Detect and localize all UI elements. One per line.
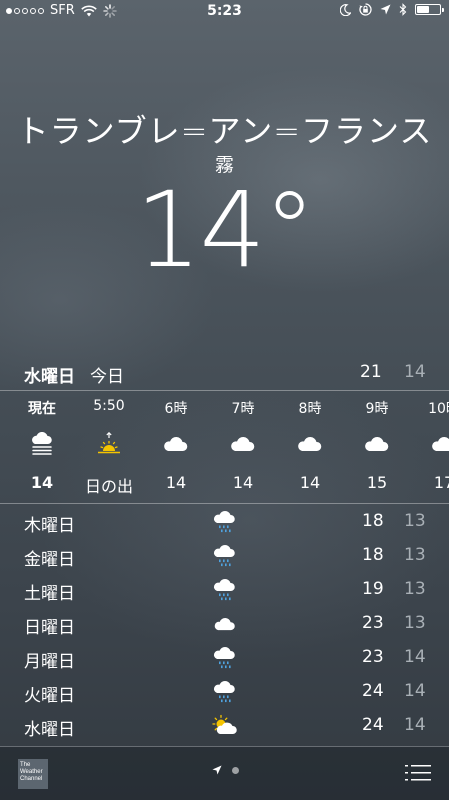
hour-label: 9時 <box>365 401 389 417</box>
hourly-item: 5:50 日の出 <box>75 390 143 500</box>
rain-cloud-icon <box>212 543 238 569</box>
battery-icon <box>415 4 444 15</box>
hourly-item: 6時 14 <box>142 390 210 500</box>
hourly-item: 7時 14 <box>209 390 277 500</box>
day-name: 木曜日 <box>24 516 75 536</box>
today-summary: 水曜日 今日 21 14 <box>24 360 429 387</box>
page-indicator[interactable] <box>212 765 239 775</box>
page-dot[interactable] <box>232 766 239 774</box>
location-arrow-icon <box>212 765 222 775</box>
hour-value: 14 <box>165 473 187 492</box>
partly-sunny-icon <box>212 713 238 739</box>
day-low: 14 <box>404 681 426 701</box>
current-temperature: 14° <box>135 169 315 291</box>
day-high: 24 <box>362 681 384 701</box>
rain-cloud-icon <box>212 645 238 671</box>
rain-cloud-icon <box>212 577 238 603</box>
rain-cloud-icon <box>212 509 238 535</box>
rain-cloud-icon <box>212 679 238 705</box>
cloud-icon <box>228 432 258 456</box>
fog-icon <box>27 431 57 456</box>
cloud-icon <box>212 611 238 637</box>
daily-row: 金曜日 18 13 <box>24 541 429 575</box>
today-day: 水曜日 <box>24 367 75 387</box>
weather-channel-logo[interactable]: The Weather Channel <box>18 759 48 789</box>
hourly-item: 8時 14 <box>276 390 344 500</box>
daily-row: 土曜日 19 13 <box>24 575 429 609</box>
hourly-item: 現在 14 <box>8 390 76 500</box>
hour-label: 5:50 <box>93 398 125 414</box>
today-label: 今日 <box>90 367 124 387</box>
day-name: 火曜日 <box>24 686 75 706</box>
cloud-icon <box>362 432 392 456</box>
day-low: 13 <box>404 579 426 599</box>
hour-value: 15 <box>366 473 388 492</box>
cloud-icon <box>295 432 325 456</box>
daily-row: 木曜日 18 13 <box>24 507 429 541</box>
bluetooth-icon <box>399 3 407 16</box>
cloud-icon <box>429 432 449 456</box>
hour-label: 現在 <box>28 401 56 417</box>
daily-row: 月曜日 23 14 <box>24 643 429 677</box>
today-high: 21 <box>360 362 382 382</box>
city-name: トランブレ=アン=フランス <box>16 112 433 150</box>
sunrise-icon <box>94 431 124 456</box>
day-name: 金曜日 <box>24 550 75 570</box>
daily-row: 火曜日 24 14 <box>24 677 429 711</box>
hour-value: 日の出 <box>84 477 133 496</box>
daily-row: 日曜日 23 13 <box>24 609 429 643</box>
orientation-lock-icon <box>359 3 372 16</box>
hour-value: 17 <box>433 473 449 492</box>
day-low: 13 <box>404 545 426 565</box>
day-high: 23 <box>362 647 384 667</box>
hour-label: 6時 <box>164 401 188 417</box>
status-bar: SFR 5:23 <box>0 0 449 22</box>
hour-value: 14 <box>299 473 321 492</box>
day-name: 月曜日 <box>24 652 75 672</box>
hour-label: 8時 <box>298 401 322 417</box>
today-low: 14 <box>404 362 426 382</box>
day-low: 13 <box>404 511 426 531</box>
bottom-toolbar: The Weather Channel <box>0 747 449 800</box>
day-low: 14 <box>404 715 426 735</box>
hour-label: 10時 <box>428 401 449 417</box>
hourly-item: 9時 15 <box>343 390 411 500</box>
day-high: 24 <box>362 715 384 735</box>
cloud-icon <box>161 432 191 456</box>
day-name: 日曜日 <box>24 618 75 638</box>
hourly-item: 10時 17 <box>410 390 449 500</box>
hour-value: 14 <box>30 473 54 492</box>
day-low: 13 <box>404 613 426 633</box>
day-high: 19 <box>362 579 384 599</box>
city-list-icon[interactable] <box>405 763 431 783</box>
day-name: 水曜日 <box>24 720 75 740</box>
hour-label: 7時 <box>231 401 255 417</box>
divider <box>0 503 449 504</box>
daily-row: 水曜日 24 14 <box>24 711 429 745</box>
hour-value: 14 <box>232 473 254 492</box>
moon-icon <box>340 3 351 16</box>
day-low: 14 <box>404 647 426 667</box>
day-high: 23 <box>362 613 384 633</box>
day-high: 18 <box>362 511 384 531</box>
day-high: 18 <box>362 545 384 565</box>
location-arrow-icon <box>380 4 391 15</box>
hourly-forecast[interactable]: 現在 14 5:50 日の出 6時 14 7時 14 8時 14 9時 15 10時 17 <box>0 390 449 500</box>
day-name: 土曜日 <box>24 584 75 604</box>
